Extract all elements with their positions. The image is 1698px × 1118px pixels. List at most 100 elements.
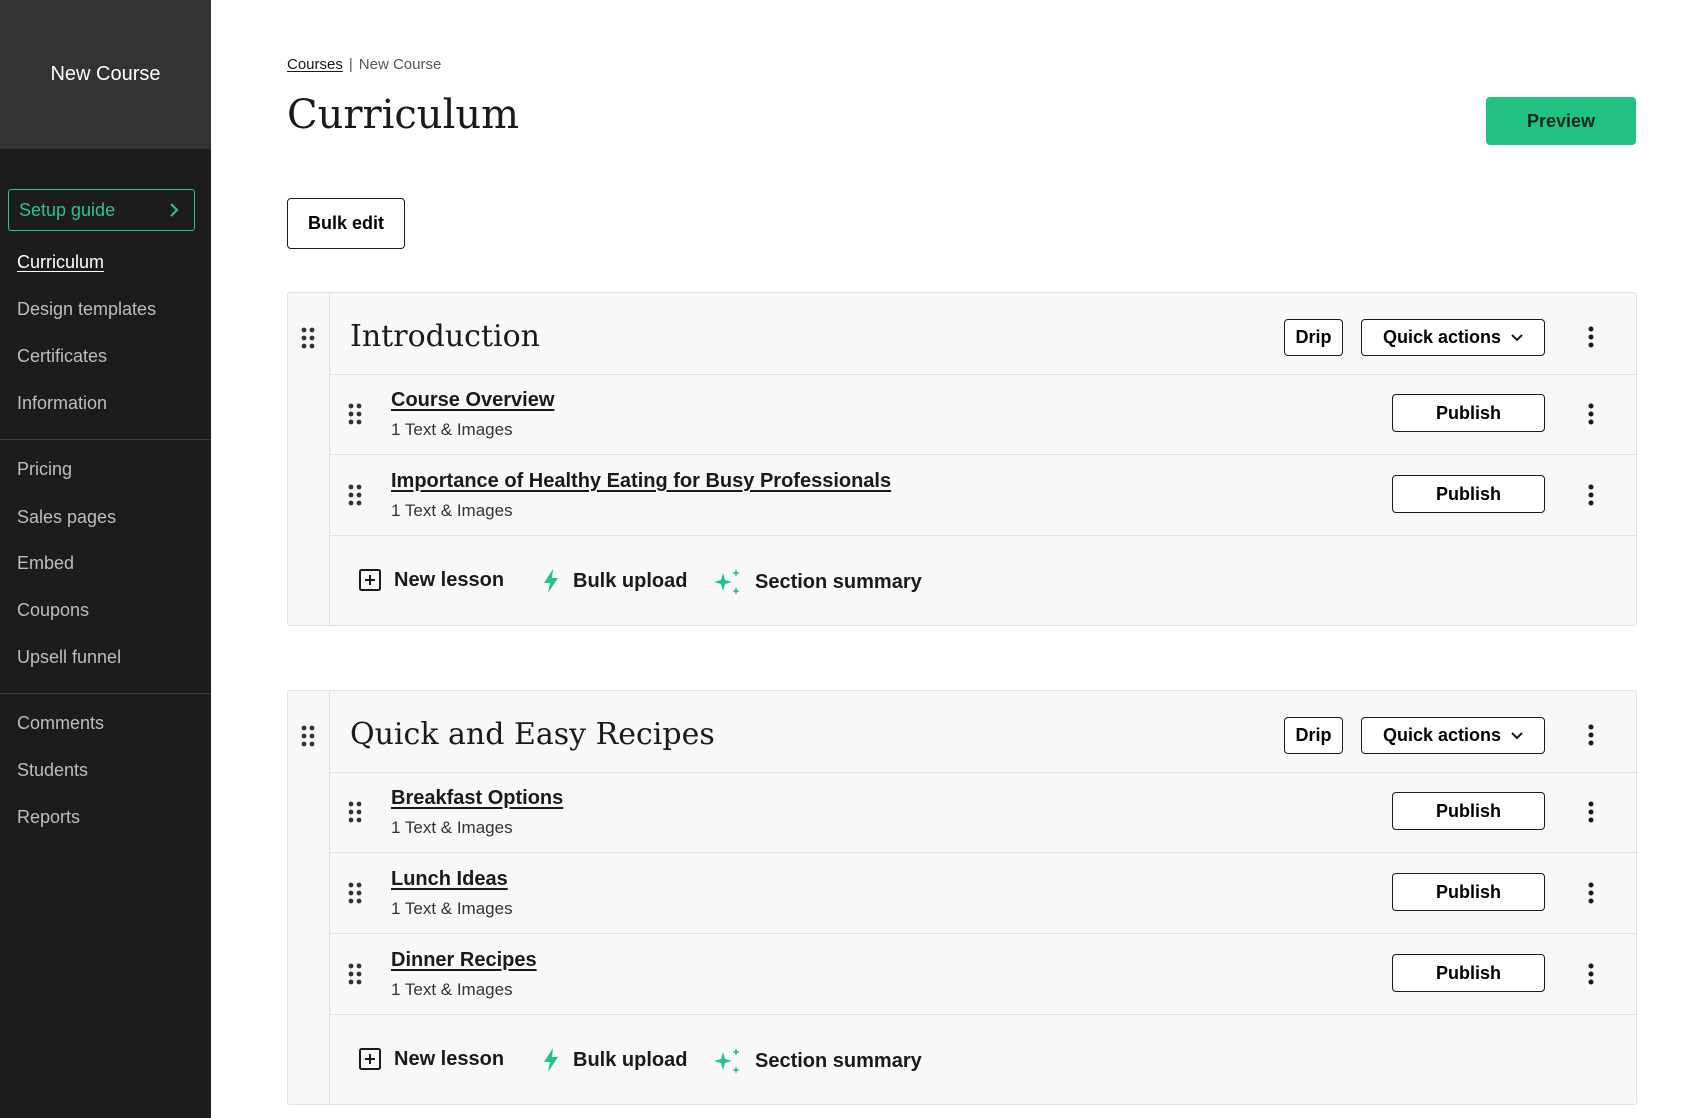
grip-dots-icon[interactable] [301,327,315,349]
sidebar-item-sales-pages[interactable]: Sales pages [17,507,116,528]
grip-dots-icon[interactable] [348,801,362,823]
sidebar-item-reports[interactable]: Reports [17,807,80,828]
lesson-row: Importance of Healthy Eating for Busy Pr… [330,456,1636,536]
section-header: Quick and Easy Recipes Drip Quick actions [330,691,1636,773]
chevron-down-icon [1511,333,1523,341]
section-more-button[interactable] [1581,324,1601,350]
quick-actions-button[interactable]: Quick actions [1361,717,1545,754]
bulk-edit-button[interactable]: Bulk edit [287,198,405,249]
lightning-bolt-icon [544,1048,558,1072]
lesson-title-link[interactable]: Lunch Ideas [391,868,508,891]
lightning-bolt-icon [544,569,558,593]
bulk-upload-button[interactable]: Bulk upload [541,568,687,594]
publish-button[interactable]: Publish [1392,394,1545,432]
breadcrumb-courses-link[interactable]: Courses [287,56,343,73]
lesson-meta: 1 Text & Images [391,980,513,999]
lesson-title-link[interactable]: Importance of Healthy Eating for Busy Pr… [391,470,891,493]
lesson-row: Course Overview 1 Text & Images Publish [330,375,1636,455]
section-more-button[interactable] [1581,722,1601,748]
new-lesson-button[interactable]: New lesson [358,568,504,592]
sidebar-item-pricing[interactable]: Pricing [17,459,72,480]
section-title[interactable]: Quick and Easy Recipes [350,717,715,752]
sidebar-item-comments[interactable]: Comments [17,713,104,734]
bulk-upload-label: Bulk upload [573,1048,688,1071]
grip-dots-icon[interactable] [348,484,362,506]
course-title: New Course [50,63,161,85]
new-lesson-label: New lesson [394,1047,505,1070]
section-summary-button[interactable]: Section summary [713,568,922,596]
lesson-row: Breakfast Options 1 Text & Images Publish [330,773,1636,853]
new-lesson-button[interactable]: New lesson [358,1047,504,1071]
sidebar-item-upsell-funnel[interactable]: Upsell funnel [17,647,121,668]
section-summary-label: Section summary [755,570,922,593]
sidebar-item-certificates[interactable]: Certificates [17,346,107,367]
bulk-upload-button[interactable]: Bulk upload [541,1047,687,1073]
more-vertical-icon [1588,724,1594,746]
grip-dots-icon[interactable] [348,882,362,904]
sidebar-divider [0,693,211,694]
lesson-meta: 1 Text & Images [391,899,513,918]
bulk-upload-label: Bulk upload [573,569,688,592]
lesson-title-link[interactable]: Course Overview [391,389,554,412]
sidebar-item-students[interactable]: Students [17,760,88,781]
more-vertical-icon [1588,484,1594,506]
sparkle-icon [714,569,740,595]
lesson-more-button[interactable] [1581,482,1601,508]
grip-dots-icon[interactable] [348,403,362,425]
curriculum-section: Introduction Drip Quick actions Course Over… [287,292,1637,626]
section-footer: New lesson Bulk upload Section summary [330,537,1636,627]
drip-button[interactable]: Drip [1284,717,1343,754]
lesson-title-link[interactable]: Dinner Recipes [391,949,537,972]
lesson-more-button[interactable] [1581,401,1601,427]
breadcrumb-current: New Course [358,56,442,73]
lesson-row: Dinner Recipes 1 Text & Images Publish [330,935,1636,1015]
more-vertical-icon [1588,403,1594,425]
section-summary-button[interactable]: Section summary [713,1047,922,1075]
lesson-meta: 1 Text & Images [391,818,513,837]
grip-dots-icon[interactable] [348,963,362,985]
sidebar: New Course Setup guide Curriculum Design … [0,0,211,1118]
sidebar-item-design-templates[interactable]: Design templates [17,299,156,320]
section-header: Introduction Drip Quick actions [330,293,1636,375]
quick-actions-label: Quick actions [1382,725,1502,745]
chevron-down-icon [1511,731,1523,739]
plus-square-icon [359,569,381,591]
more-vertical-icon [1588,326,1594,348]
sidebar-item-coupons[interactable]: Coupons [17,600,89,621]
grip-dots-icon[interactable] [301,725,315,747]
lesson-title-link[interactable]: Breakfast Options [391,787,563,810]
lesson-more-button[interactable] [1581,961,1601,987]
section-title[interactable]: Introduction [350,319,540,354]
lesson-more-button[interactable] [1581,799,1601,825]
new-lesson-label: New lesson [394,568,505,591]
lesson-meta: 1 Text & Images [391,501,513,520]
lesson-more-button[interactable] [1581,880,1601,906]
more-vertical-icon [1588,801,1594,823]
chevron-right-icon [170,203,179,217]
breadcrumb: Courses | New Course [287,56,441,73]
curriculum-section: Quick and Easy Recipes Drip Quick actions B… [287,690,1637,1105]
drip-button[interactable]: Drip [1284,319,1343,356]
section-drag-handle[interactable] [288,691,330,1104]
sidebar-header: New Course [0,0,211,149]
section-drag-handle[interactable] [288,293,330,625]
breadcrumb-separator: | [348,56,353,73]
publish-button[interactable]: Publish [1392,792,1545,830]
preview-button[interactable]: Preview [1486,97,1636,145]
sparkle-icon [714,1048,740,1074]
sidebar-item-information[interactable]: Information [17,393,107,414]
sidebar-item-curriculum[interactable]: Curriculum [17,252,104,273]
sidebar-divider [0,439,211,440]
section-summary-label: Section summary [755,1049,922,1072]
quick-actions-button[interactable]: Quick actions [1361,319,1545,356]
more-vertical-icon [1588,882,1594,904]
quick-actions-label: Quick actions [1382,327,1502,347]
more-vertical-icon [1588,963,1594,985]
setup-guide-button[interactable]: Setup guide [8,189,195,231]
setup-guide-label: Setup guide [19,199,116,220]
publish-button[interactable]: Publish [1392,954,1545,992]
sidebar-item-embed[interactable]: Embed [17,553,74,574]
section-footer: New lesson Bulk upload Section summary [330,1016,1636,1106]
publish-button[interactable]: Publish [1392,475,1545,513]
publish-button[interactable]: Publish [1392,873,1545,911]
